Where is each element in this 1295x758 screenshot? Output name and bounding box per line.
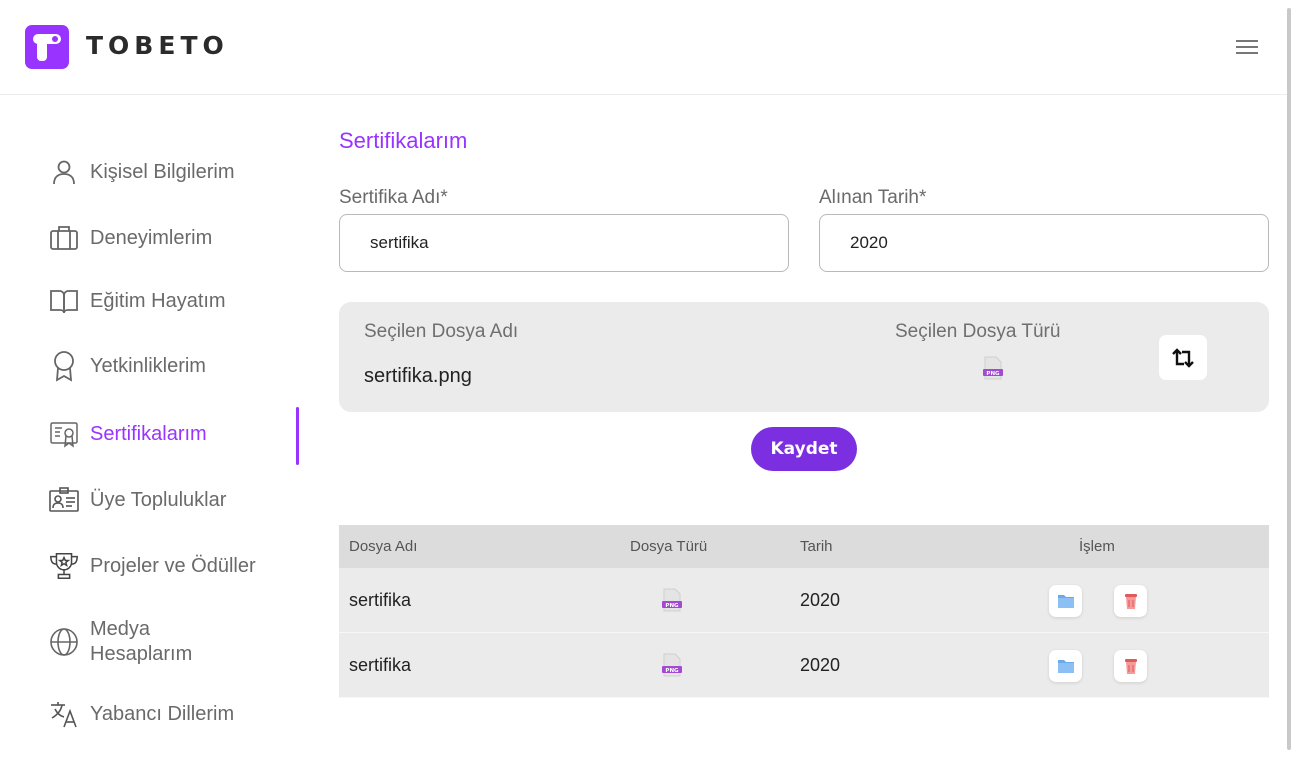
page-title: Sertifikalarım (339, 128, 468, 153)
sidebar-item-label: Kişisel Bilgilerim (90, 160, 235, 183)
delete-button[interactable] (1114, 650, 1147, 682)
header: TOBETO (0, 0, 1287, 95)
certificate-icon (48, 418, 80, 450)
sidebar-item-label: Yetkinliklerim (90, 354, 206, 377)
cell-date: 2020 (800, 655, 841, 675)
sidebar-item-label: Sertifikalarım (90, 422, 207, 445)
sidebar-item-media-accounts[interactable]: Medya Hesaplarım (48, 617, 230, 667)
save-button[interactable]: Kaydet (751, 427, 857, 471)
cell-file-name: sertifika (349, 590, 412, 610)
swap-arrows-icon (1172, 347, 1194, 368)
png-file-icon: PNG (661, 588, 683, 612)
globe-icon (48, 626, 80, 658)
received-date-label: Alınan Tarih* (819, 187, 927, 208)
svg-text:PNG: PNG (986, 371, 1000, 377)
book-icon (48, 285, 80, 317)
briefcase-icon (48, 222, 80, 254)
delete-button[interactable] (1114, 585, 1147, 617)
sidebar: Kişisel Bilgilerim Deneyimlerim Eğitim H… (0, 95, 300, 758)
view-button[interactable] (1049, 650, 1082, 682)
selected-file-panel: Seçilen Dosya Adı sertifika.png Seçilen … (339, 302, 1269, 412)
sidebar-item-certificates[interactable]: Sertifikalarım (48, 418, 207, 450)
selected-file-name-value: sertifika.png (364, 365, 472, 387)
png-file-icon: PNG (661, 653, 683, 677)
sidebar-item-label: Üye Topluluklar (90, 488, 227, 511)
table-row: sertifika PNG 2020 (339, 568, 1269, 633)
folder-icon (1057, 595, 1074, 608)
hamburger-menu-icon[interactable] (1236, 39, 1258, 55)
id-card-icon (48, 484, 80, 516)
certificates-table: Dosya Adı Dosya Türü Tarih İşlem sertifi… (339, 525, 1269, 698)
award-icon (48, 350, 80, 382)
active-indicator (296, 407, 299, 465)
sidebar-item-projects-awards[interactable]: Projeler ve Ödüller (48, 550, 256, 582)
folder-icon (1057, 660, 1074, 673)
certificate-name-label: Sertifika Adı* (339, 187, 448, 208)
sidebar-item-education[interactable]: Eğitim Hayatım (48, 285, 226, 317)
certificate-name-input[interactable] (339, 214, 789, 272)
column-header-action: İşlem (1079, 538, 1115, 555)
column-header-file-type: Dosya Türü (630, 538, 708, 555)
sidebar-item-personal-info[interactable]: Kişisel Bilgilerim (48, 156, 234, 188)
sidebar-item-label: Yabancı Dillerim (90, 702, 235, 725)
svg-text:PNG: PNG (665, 603, 679, 609)
selected-file-type-label: Seçilen Dosya Türü (895, 321, 1061, 342)
table-header: Dosya Adı Dosya Türü Tarih İşlem (339, 525, 1269, 568)
sidebar-item-label: Medya Hesaplarım (90, 618, 193, 665)
column-header-date: Tarih (800, 538, 833, 555)
trophy-icon (48, 550, 80, 582)
sidebar-item-label: Eğitim Hayatım (90, 289, 226, 312)
sidebar-item-languages[interactable]: Yabancı Dillerim (48, 698, 234, 730)
received-date-input[interactable] (819, 214, 1269, 272)
sidebar-item-label: Deneyimlerim (90, 226, 213, 249)
logo-icon[interactable] (25, 25, 69, 69)
user-icon (48, 156, 80, 188)
sidebar-item-label: Projeler ve Ödüller (90, 554, 256, 577)
sidebar-item-communities[interactable]: Üye Topluluklar (48, 484, 226, 516)
view-button[interactable] (1049, 585, 1082, 617)
selected-file-name-label: Seçilen Dosya Adı (364, 321, 519, 342)
trash-icon (1124, 594, 1137, 609)
trash-icon (1124, 659, 1137, 674)
logo-text[interactable]: TOBETO (86, 31, 229, 60)
cell-date: 2020 (800, 590, 841, 610)
replace-file-button[interactable] (1159, 335, 1207, 380)
table-row: sertifika PNG 2020 (339, 633, 1269, 698)
column-header-file-name: Dosya Adı (349, 538, 418, 555)
translate-icon (48, 698, 80, 730)
sidebar-item-experiences[interactable]: Deneyimlerim (48, 222, 212, 254)
scrollbar[interactable] (1287, 8, 1291, 750)
svg-text:PNG: PNG (665, 668, 679, 674)
sidebar-item-competencies[interactable]: Yetkinliklerim (48, 350, 206, 382)
png-file-icon: PNG (982, 356, 1004, 380)
cell-file-name: sertifika (349, 655, 412, 675)
